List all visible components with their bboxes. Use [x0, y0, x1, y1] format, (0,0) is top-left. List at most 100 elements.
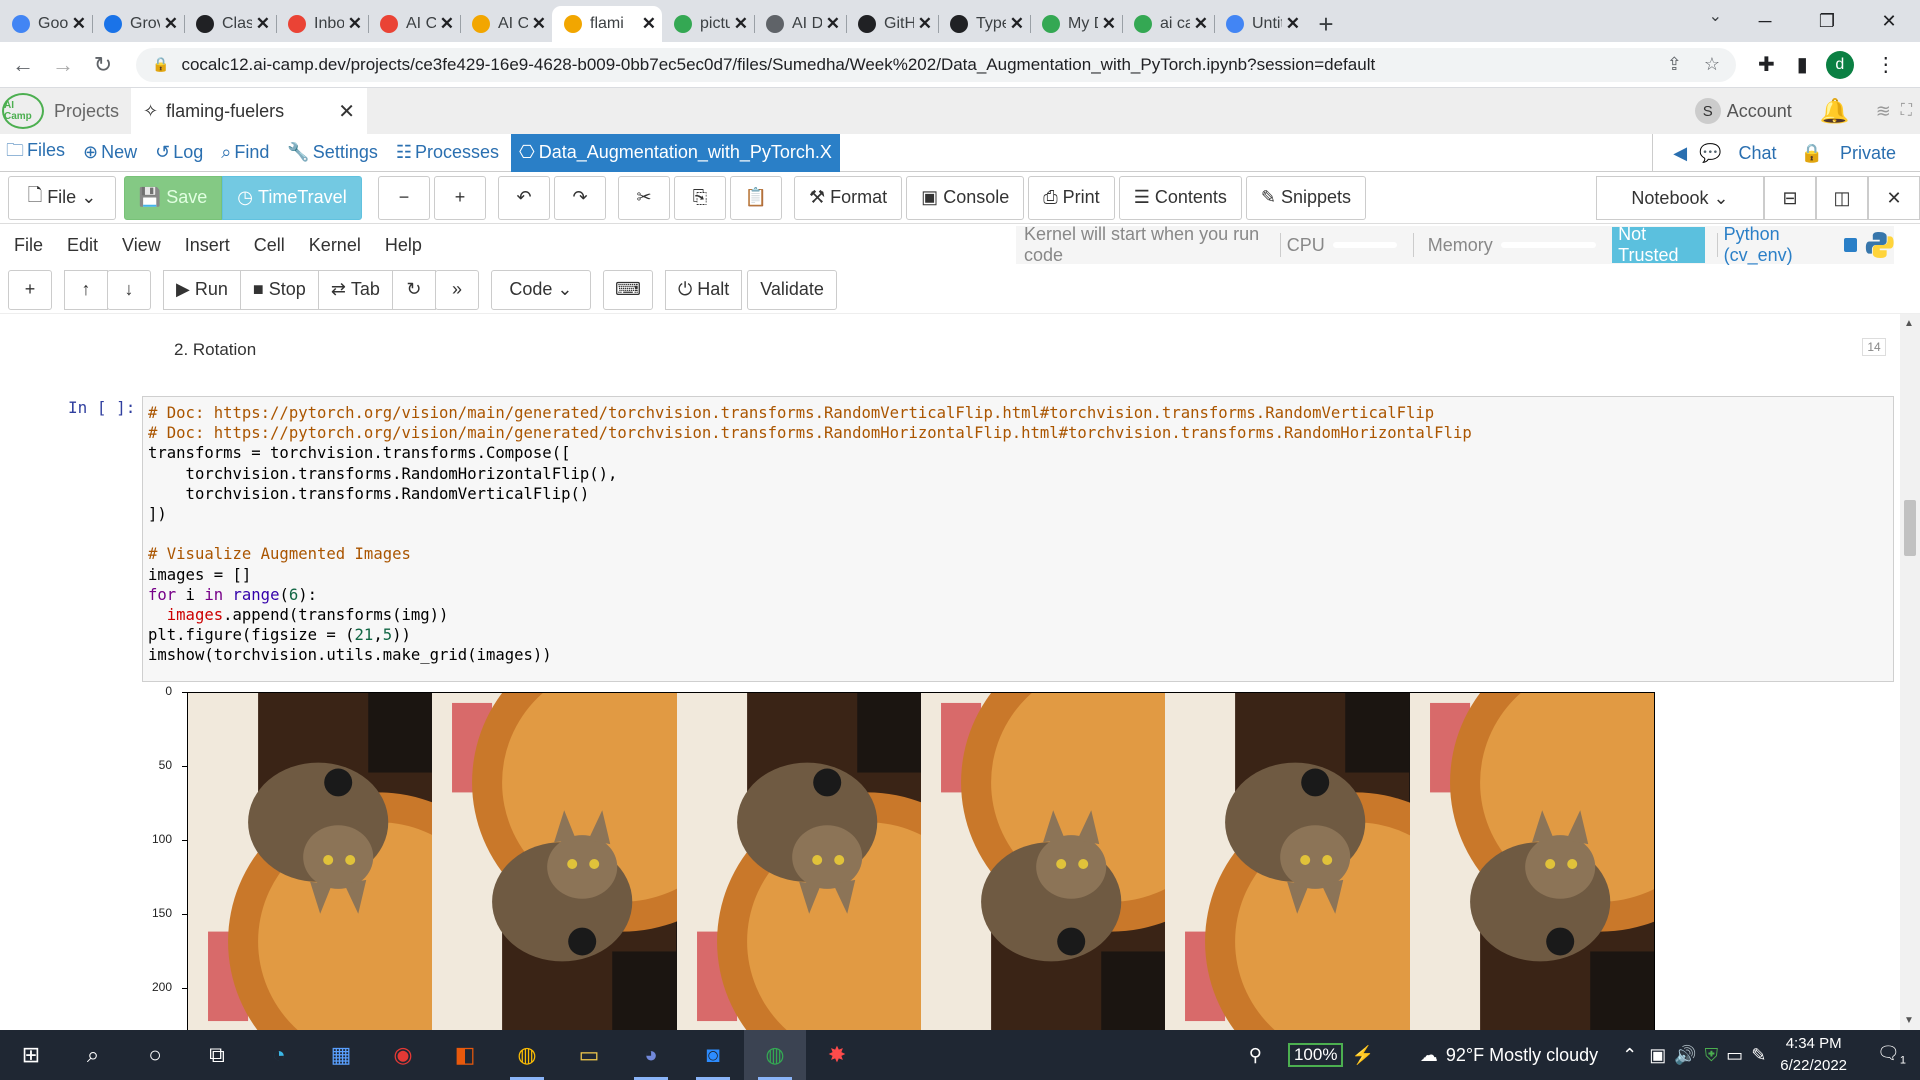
processes-tab[interactable]: ☷ Processes	[396, 142, 499, 163]
bookmark-star-icon[interactable]: ☆	[1704, 54, 1720, 75]
app-icon[interactable]: ◉	[372, 1030, 434, 1080]
minimize-icon[interactable]: ─	[1734, 0, 1796, 42]
store-icon[interactable]: ▦	[310, 1030, 372, 1080]
chrome-menu-icon[interactable]: ⋮	[1876, 52, 1896, 77]
halt-button[interactable]: ⏻ Halt	[664, 269, 743, 310]
browser-tab[interactable]: AI Ca✕	[460, 6, 552, 42]
undo-button[interactable]: ↶	[498, 175, 550, 220]
jupyter-menu-edit[interactable]: Edit	[67, 235, 98, 256]
browser-tab[interactable]: Goo ✕	[0, 6, 92, 42]
browser-tab[interactable]: Type✕	[938, 6, 1030, 42]
close-tab-icon[interactable]: ✕	[1286, 14, 1300, 34]
restart-button[interactable]: ↻	[391, 269, 436, 310]
settings-tab[interactable]: 🔧 Settings	[287, 142, 377, 163]
scrollbar-thumb[interactable]	[1904, 500, 1916, 556]
contents-button[interactable]: ☰ Contents	[1118, 175, 1242, 220]
cell-type-select[interactable]: Code ⌄	[490, 269, 591, 310]
restore-icon[interactable]: ❐	[1796, 0, 1858, 42]
scroll-up-icon[interactable]: ▲	[1904, 318, 1914, 329]
console-button[interactable]: ▣ Console	[906, 175, 1025, 220]
clock[interactable]: 4:34 PM 6/22/2022	[1780, 1033, 1847, 1077]
code-cell-editor[interactable]: # Doc: https://pytorch.org/vision/main/g…	[142, 396, 1894, 682]
extensions-icon[interactable]: ✚	[1758, 52, 1775, 77]
account-avatar[interactable]: S	[1694, 98, 1721, 124]
chat-button[interactable]: 💬 Chat	[1699, 143, 1788, 164]
lock-icon[interactable]: 🔒	[152, 56, 169, 73]
chrome-canary-icon[interactable]: ◍	[496, 1030, 558, 1080]
snippets-button[interactable]: ✎ Snippets	[1245, 175, 1367, 220]
browser-tab[interactable]: Grov✕	[92, 6, 184, 42]
close-tab-icon[interactable]: ✕	[72, 14, 86, 34]
app-icon[interactable]: ✸	[806, 1030, 868, 1080]
close-tab-icon[interactable]: ✕	[734, 14, 748, 34]
side-panel-icon[interactable]: ▮	[1797, 52, 1808, 77]
chevron-up-icon[interactable]: ⌃	[1622, 1045, 1637, 1066]
projects-link[interactable]: Projects	[54, 101, 119, 122]
people-icon[interactable]: ⚲	[1249, 1045, 1262, 1066]
tab-search-icon[interactable]: ⌄	[1709, 6, 1722, 26]
chrome-icon[interactable]: ◍	[744, 1030, 806, 1080]
close-tab-icon[interactable]: ✕	[532, 14, 546, 34]
jupyter-menu-help[interactable]: Help	[385, 235, 422, 256]
profile-avatar[interactable]: d	[1825, 50, 1854, 79]
close-tab-icon[interactable]: ✕	[1194, 14, 1208, 34]
zoom-in-button[interactable]: +	[434, 175, 486, 220]
close-tab-icon[interactable]: ✕	[164, 14, 178, 34]
weather-text[interactable]: 92°F Mostly cloudy	[1446, 1045, 1598, 1066]
stop-button[interactable]: ■ Stop	[239, 269, 319, 310]
jupyter-menu-file[interactable]: File	[14, 235, 43, 256]
trust-button[interactable]: Not Trusted	[1612, 224, 1705, 265]
url-text[interactable]: cocalc12.ai-camp.dev/projects/ce3fe429-1…	[181, 55, 1644, 75]
battery-indicator[interactable]: 100%	[1287, 1043, 1344, 1067]
file-menu-button[interactable]: 🗋 File ⌄	[8, 175, 116, 220]
file-explorer-icon[interactable]: ▭	[558, 1030, 620, 1080]
project-tab[interactable]: ✧ flaming-fuelers ✕	[131, 88, 368, 134]
meet-icon[interactable]: ▣	[1649, 1045, 1666, 1066]
find-tab[interactable]: ⌕ Find	[221, 142, 269, 163]
url-input[interactable]: 🔒 cocalc12.ai-camp.dev/projects/ce3fe429…	[136, 47, 1736, 82]
active-file-tab[interactable]: ⎔ Data_Augmentation_with_PyTorch.X	[511, 133, 840, 172]
save-button[interactable]: 💾 Save	[124, 175, 222, 220]
office-icon[interactable]: ◧	[434, 1030, 496, 1080]
run-all-button[interactable]: »	[434, 269, 479, 310]
close-tab-icon[interactable]: ✕	[1010, 14, 1024, 34]
move-down-button[interactable]: ↓	[107, 269, 151, 310]
search-icon[interactable]: ⌕	[62, 1030, 124, 1080]
new-tab-button[interactable]: +	[1306, 6, 1346, 42]
pen-icon[interactable]: ✎	[1751, 1045, 1766, 1066]
close-tab-icon[interactable]: ✕	[1102, 14, 1116, 34]
shield-icon[interactable]: ⛨	[1705, 1045, 1719, 1066]
close-tab-icon[interactable]: ✕	[440, 14, 454, 34]
browser-tab[interactable]: Untit ✕	[1214, 6, 1306, 42]
close-tab-icon[interactable]: ✕	[642, 14, 656, 34]
browser-tab[interactable]: flami ✕	[552, 6, 662, 42]
split-vertical-icon[interactable]: ◫	[1816, 176, 1868, 220]
close-tab-icon[interactable]: ✕	[918, 14, 932, 34]
zoom-icon[interactable]: ◙	[682, 1030, 744, 1080]
files-tab[interactable]: 🗀 Files	[6, 138, 65, 168]
share-icon[interactable]: ⇪	[1667, 54, 1682, 75]
browser-tab[interactable]: ai ca ✕	[1122, 6, 1214, 42]
close-tab-icon[interactable]: ✕	[826, 14, 840, 34]
scroll-down-icon[interactable]: ▼	[1904, 1015, 1914, 1026]
zoom-out-button[interactable]: −	[378, 175, 430, 220]
fullscreen-icon[interactable]: ⛶	[1901, 102, 1912, 120]
close-tab-icon[interactable]: ✕	[348, 14, 362, 34]
jupyter-menu-cell[interactable]: Cell	[254, 235, 285, 256]
volume-icon[interactable]: 🔊	[1674, 1045, 1696, 1066]
kernel-name[interactable]: Python (cv_env)	[1724, 224, 1837, 266]
browser-tab[interactable]: My D✕	[1030, 6, 1122, 42]
discord-icon[interactable]: ◕	[620, 1030, 682, 1080]
battery-icon[interactable]: ▭	[1726, 1045, 1743, 1066]
split-horizontal-icon[interactable]: ⊟	[1764, 176, 1816, 220]
close-frame-icon[interactable]: ✕	[1868, 176, 1920, 220]
close-window-icon[interactable]: ✕	[1858, 0, 1920, 42]
account-link[interactable]: Account	[1727, 101, 1792, 122]
markdown-cell[interactable]: 2. Rotation	[174, 340, 256, 360]
forward-icon[interactable]: →	[46, 52, 80, 78]
cortana-icon[interactable]: ○	[124, 1030, 186, 1080]
jupyter-menu-insert[interactable]: Insert	[185, 235, 230, 256]
paste-button[interactable]: 📋	[730, 175, 782, 220]
private-button[interactable]: 🔒 Private	[1801, 143, 1908, 164]
redo-button[interactable]: ↷	[554, 175, 606, 220]
